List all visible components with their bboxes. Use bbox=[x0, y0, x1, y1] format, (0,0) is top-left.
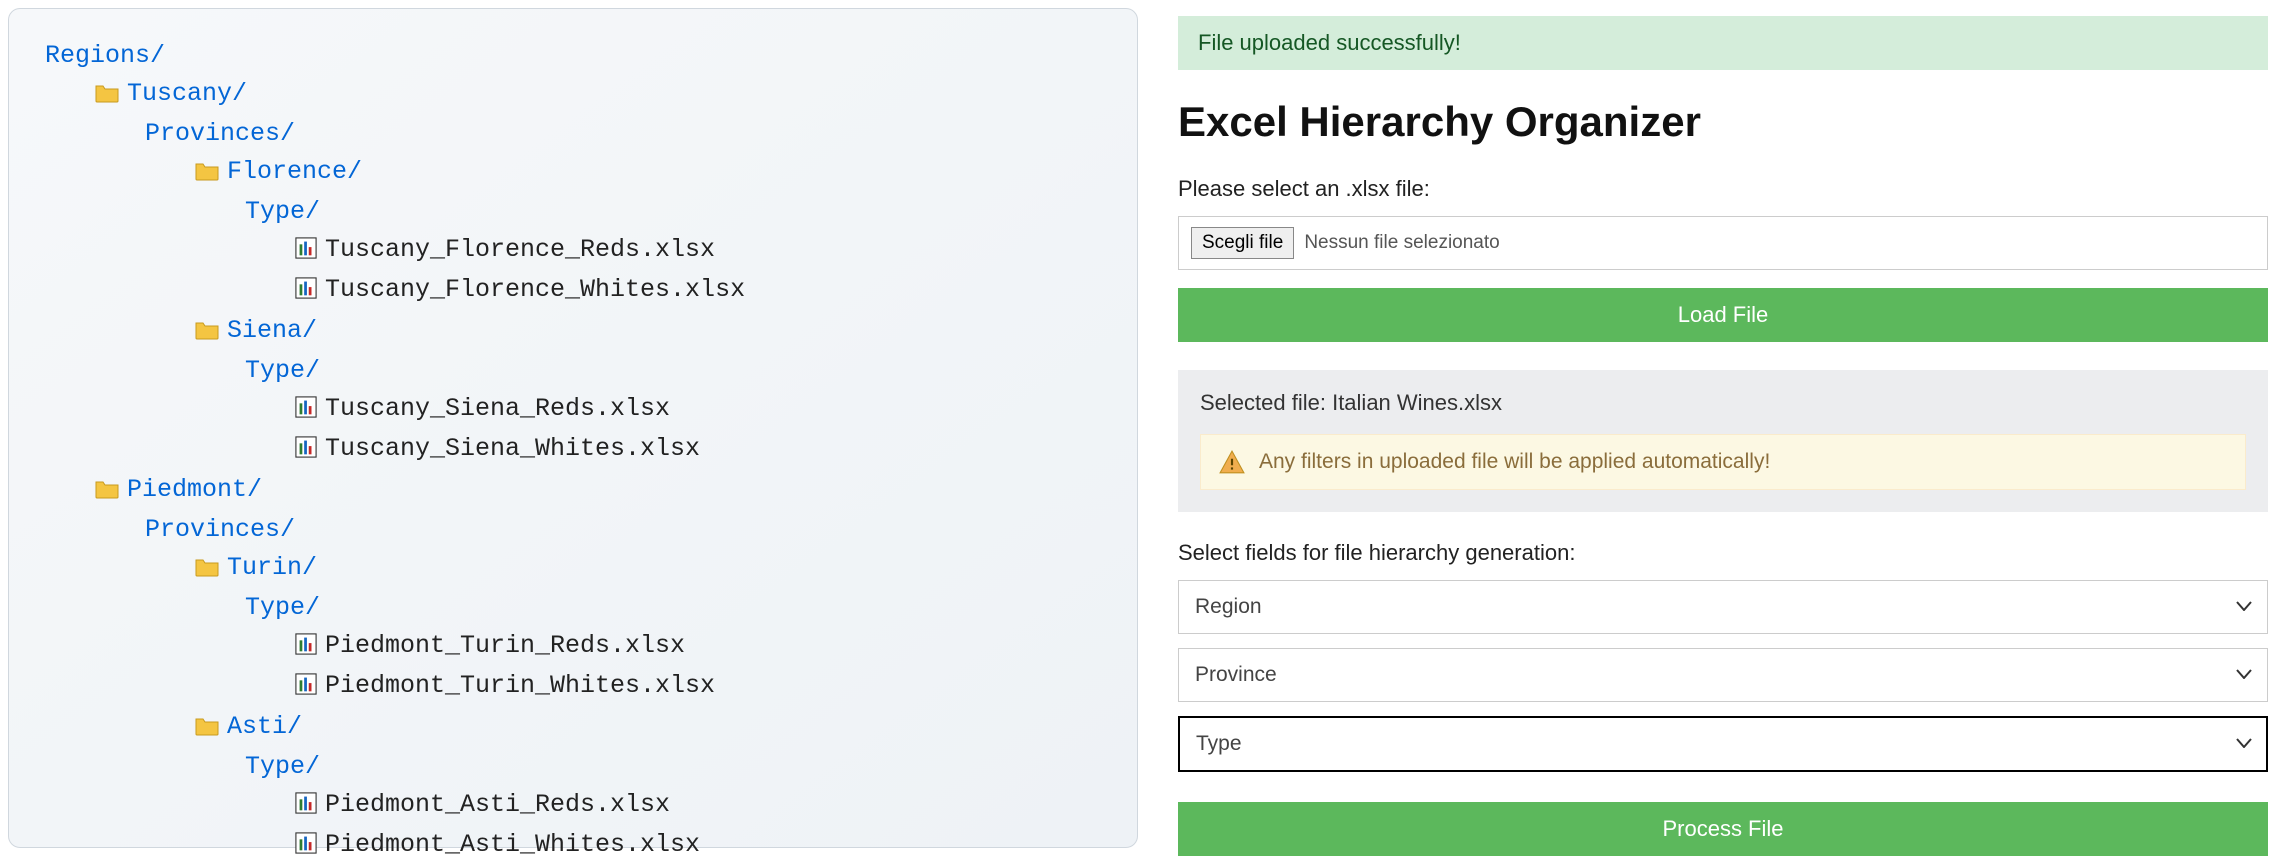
tree-preview-panel: Regions/Tuscany/Provinces/Florence/Type/… bbox=[8, 8, 1138, 848]
hierarchy-fields-label: Select fields for file hierarchy generat… bbox=[1178, 540, 2268, 566]
page-title: Excel Hierarchy Organizer bbox=[1178, 98, 2268, 146]
tree-type-label: Type/ bbox=[45, 352, 1101, 390]
tree-file[interactable]: Tuscany_Siena_Reds.xlsx bbox=[45, 390, 1101, 431]
tree-file[interactable]: Piedmont_Turin_Whites.xlsx bbox=[45, 667, 1101, 708]
tree-file[interactable]: Piedmont_Turin_Reds.xlsx bbox=[45, 627, 1101, 668]
hierarchy-select-wrap: Type bbox=[1178, 716, 2268, 772]
excel-file-icon bbox=[295, 829, 317, 867]
excel-file-icon bbox=[295, 670, 317, 708]
file-input[interactable]: Scegli file Nessun file selezionato bbox=[1178, 216, 2268, 270]
tree-province[interactable]: Florence/ bbox=[45, 153, 1101, 194]
folder-icon bbox=[95, 474, 119, 512]
excel-file-icon bbox=[295, 630, 317, 668]
tree-type-label: Type/ bbox=[45, 748, 1101, 786]
hierarchy-select-0[interactable]: Region bbox=[1178, 580, 2268, 634]
hierarchy-select-wrap: Region bbox=[1178, 580, 2268, 634]
select-file-label: Please select an .xlsx file: bbox=[1178, 176, 2268, 202]
load-file-button[interactable]: Load File bbox=[1178, 288, 2268, 342]
folder-icon bbox=[195, 156, 219, 194]
folder-icon bbox=[195, 711, 219, 749]
success-alert: File uploaded successfully! bbox=[1178, 16, 2268, 70]
process-file-button[interactable]: Process File bbox=[1178, 802, 2268, 856]
success-alert-text: File uploaded successfully! bbox=[1198, 30, 1461, 55]
tree-province[interactable]: Asti/ bbox=[45, 708, 1101, 749]
filter-warning-alert: Any filters in uploaded file will be app… bbox=[1200, 434, 2246, 490]
tree-file[interactable]: Piedmont_Asti_Reds.xlsx bbox=[45, 786, 1101, 827]
filter-warning-text: Any filters in uploaded file will be app… bbox=[1259, 450, 1770, 474]
folder-icon bbox=[195, 315, 219, 353]
selected-file-text: Selected file: Italian Wines.xlsx bbox=[1200, 390, 2246, 416]
tree-provinces-label: Provinces/ bbox=[45, 511, 1101, 549]
warning-icon bbox=[1219, 449, 1245, 475]
tree-region[interactable]: Piedmont/ bbox=[45, 471, 1101, 512]
tree-file[interactable]: Tuscany_Florence_Reds.xlsx bbox=[45, 231, 1101, 272]
hierarchy-select-wrap: Province bbox=[1178, 648, 2268, 702]
tree-provinces-label: Provinces/ bbox=[45, 115, 1101, 153]
tree-file[interactable]: Tuscany_Florence_Whites.xlsx bbox=[45, 271, 1101, 312]
excel-file-icon bbox=[295, 234, 317, 272]
hierarchy-select-2[interactable]: Type bbox=[1178, 716, 2268, 772]
folder-icon bbox=[195, 552, 219, 590]
form-panel: File uploaded successfully! Excel Hierar… bbox=[1178, 8, 2268, 848]
choose-file-button[interactable]: Scegli file bbox=[1191, 227, 1294, 259]
tree-file[interactable]: Piedmont_Asti_Whites.xlsx bbox=[45, 826, 1101, 867]
file-input-status: Nessun file selezionato bbox=[1304, 232, 1499, 254]
hierarchy-select-1[interactable]: Province bbox=[1178, 648, 2268, 702]
selected-file-panel: Selected file: Italian Wines.xlsx Any fi… bbox=[1178, 370, 2268, 512]
tree-type-label: Type/ bbox=[45, 589, 1101, 627]
excel-file-icon bbox=[295, 789, 317, 827]
tree-type-label: Type/ bbox=[45, 193, 1101, 231]
folder-icon bbox=[95, 78, 119, 116]
tree-province[interactable]: Turin/ bbox=[45, 549, 1101, 590]
tree-root-label: Regions/ bbox=[45, 37, 1101, 75]
excel-file-icon bbox=[295, 433, 317, 471]
tree-region[interactable]: Tuscany/ bbox=[45, 75, 1101, 116]
tree-file[interactable]: Tuscany_Siena_Whites.xlsx bbox=[45, 430, 1101, 471]
tree-province[interactable]: Siena/ bbox=[45, 312, 1101, 353]
excel-file-icon bbox=[295, 274, 317, 312]
excel-file-icon bbox=[295, 393, 317, 431]
